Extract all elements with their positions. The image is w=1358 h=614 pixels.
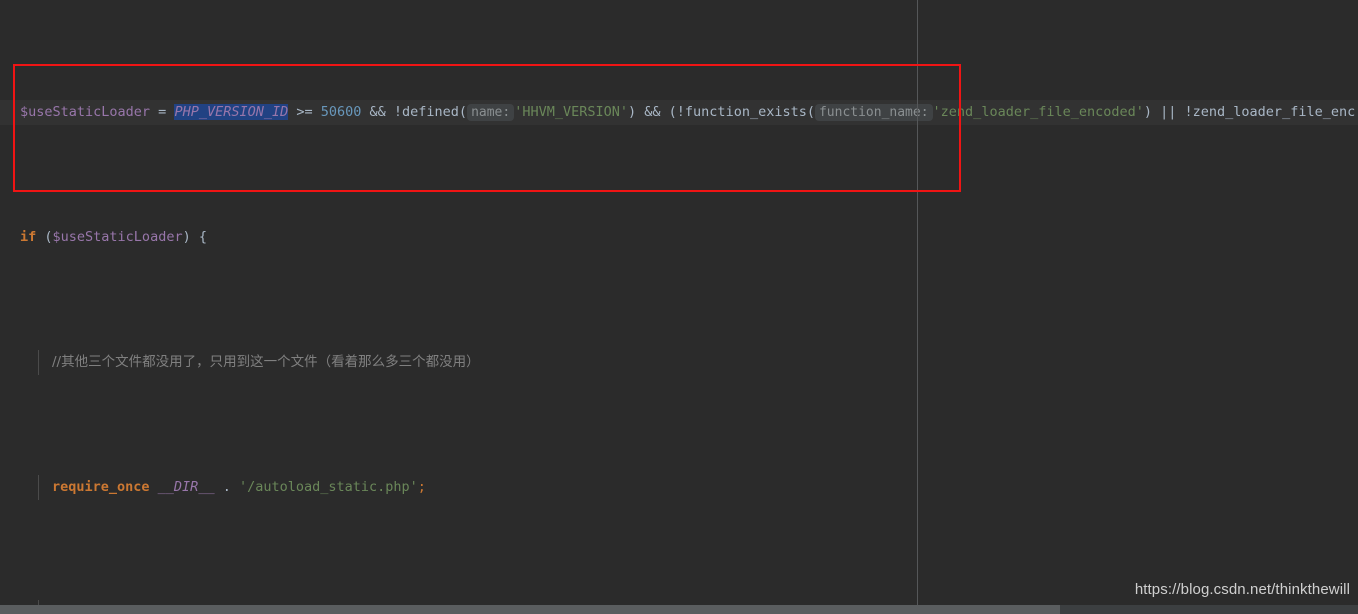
token-trailing-clipped: !zend_loader_file_enc bbox=[1184, 104, 1356, 120]
token-string-hhvm: 'HHVM_VERSION' bbox=[514, 104, 628, 120]
token-defined-call: !defined( bbox=[393, 104, 468, 120]
token-paren-close-2: ) bbox=[1143, 104, 1153, 120]
token-brace-open: { bbox=[190, 229, 207, 245]
token-function-exists-call: !function_exists( bbox=[676, 104, 815, 120]
token-const-dir: __DIR__ bbox=[149, 479, 215, 495]
token-keyword-require-once: require_once bbox=[52, 479, 150, 495]
token-keyword-if: if bbox=[20, 229, 37, 245]
token-string-path: '/autoload_static.php' bbox=[238, 479, 418, 495]
token-concat-dot: . bbox=[214, 479, 239, 495]
code-editor[interactable]: $useStaticLoader = PHP_VERSION_ID >= 506… bbox=[0, 0, 1358, 614]
token-operator-gte: >= bbox=[288, 104, 321, 120]
code-line-2[interactable]: if ($useStaticLoader) { bbox=[0, 225, 1358, 250]
horizontal-scrollbar-track[interactable] bbox=[0, 605, 1358, 614]
code-line-3[interactable]: //其他三个文件都没用了，只用到这一个文件（看着那么多三个都没用） bbox=[0, 350, 1358, 375]
token-number: 50600 bbox=[320, 104, 362, 120]
code-line-4[interactable]: require_once __DIR__ . '/autoload_static… bbox=[0, 475, 1358, 500]
token-comment-chinese: //其他三个文件都没用了，只用到这一个文件（看着那么多三个都没用） bbox=[52, 354, 480, 370]
horizontal-scrollbar-thumb[interactable] bbox=[0, 605, 1060, 614]
token-paren-close-1: ) bbox=[628, 104, 637, 120]
token-semicolon: ; bbox=[417, 479, 426, 495]
token-operator-and: && bbox=[361, 104, 394, 120]
token-selected-constant: PHP_VERSION_ID bbox=[174, 104, 289, 120]
code-content[interactable]: $useStaticLoader = PHP_VERSION_ID >= 506… bbox=[0, 0, 1358, 614]
param-hint-name: name: bbox=[467, 104, 515, 121]
token-variable: $useStaticLoader bbox=[52, 229, 183, 245]
param-hint-function-name: function_name: bbox=[814, 104, 933, 121]
token-operator: = bbox=[150, 104, 175, 120]
token-paren-open: ( bbox=[36, 229, 53, 245]
token-operator-and-2: && bbox=[636, 104, 669, 120]
token-string-zend: 'zend_loader_file_encoded' bbox=[932, 104, 1144, 120]
token-operator-or: || bbox=[1152, 104, 1185, 120]
code-line-1[interactable]: $useStaticLoader = PHP_VERSION_ID >= 506… bbox=[0, 100, 1358, 125]
token-paren-open: ( bbox=[668, 104, 677, 120]
token-paren-close: ) bbox=[182, 229, 191, 245]
watermark-text: https://blog.csdn.net/thinkthewill bbox=[1134, 581, 1350, 598]
token-variable: $useStaticLoader bbox=[20, 104, 151, 120]
